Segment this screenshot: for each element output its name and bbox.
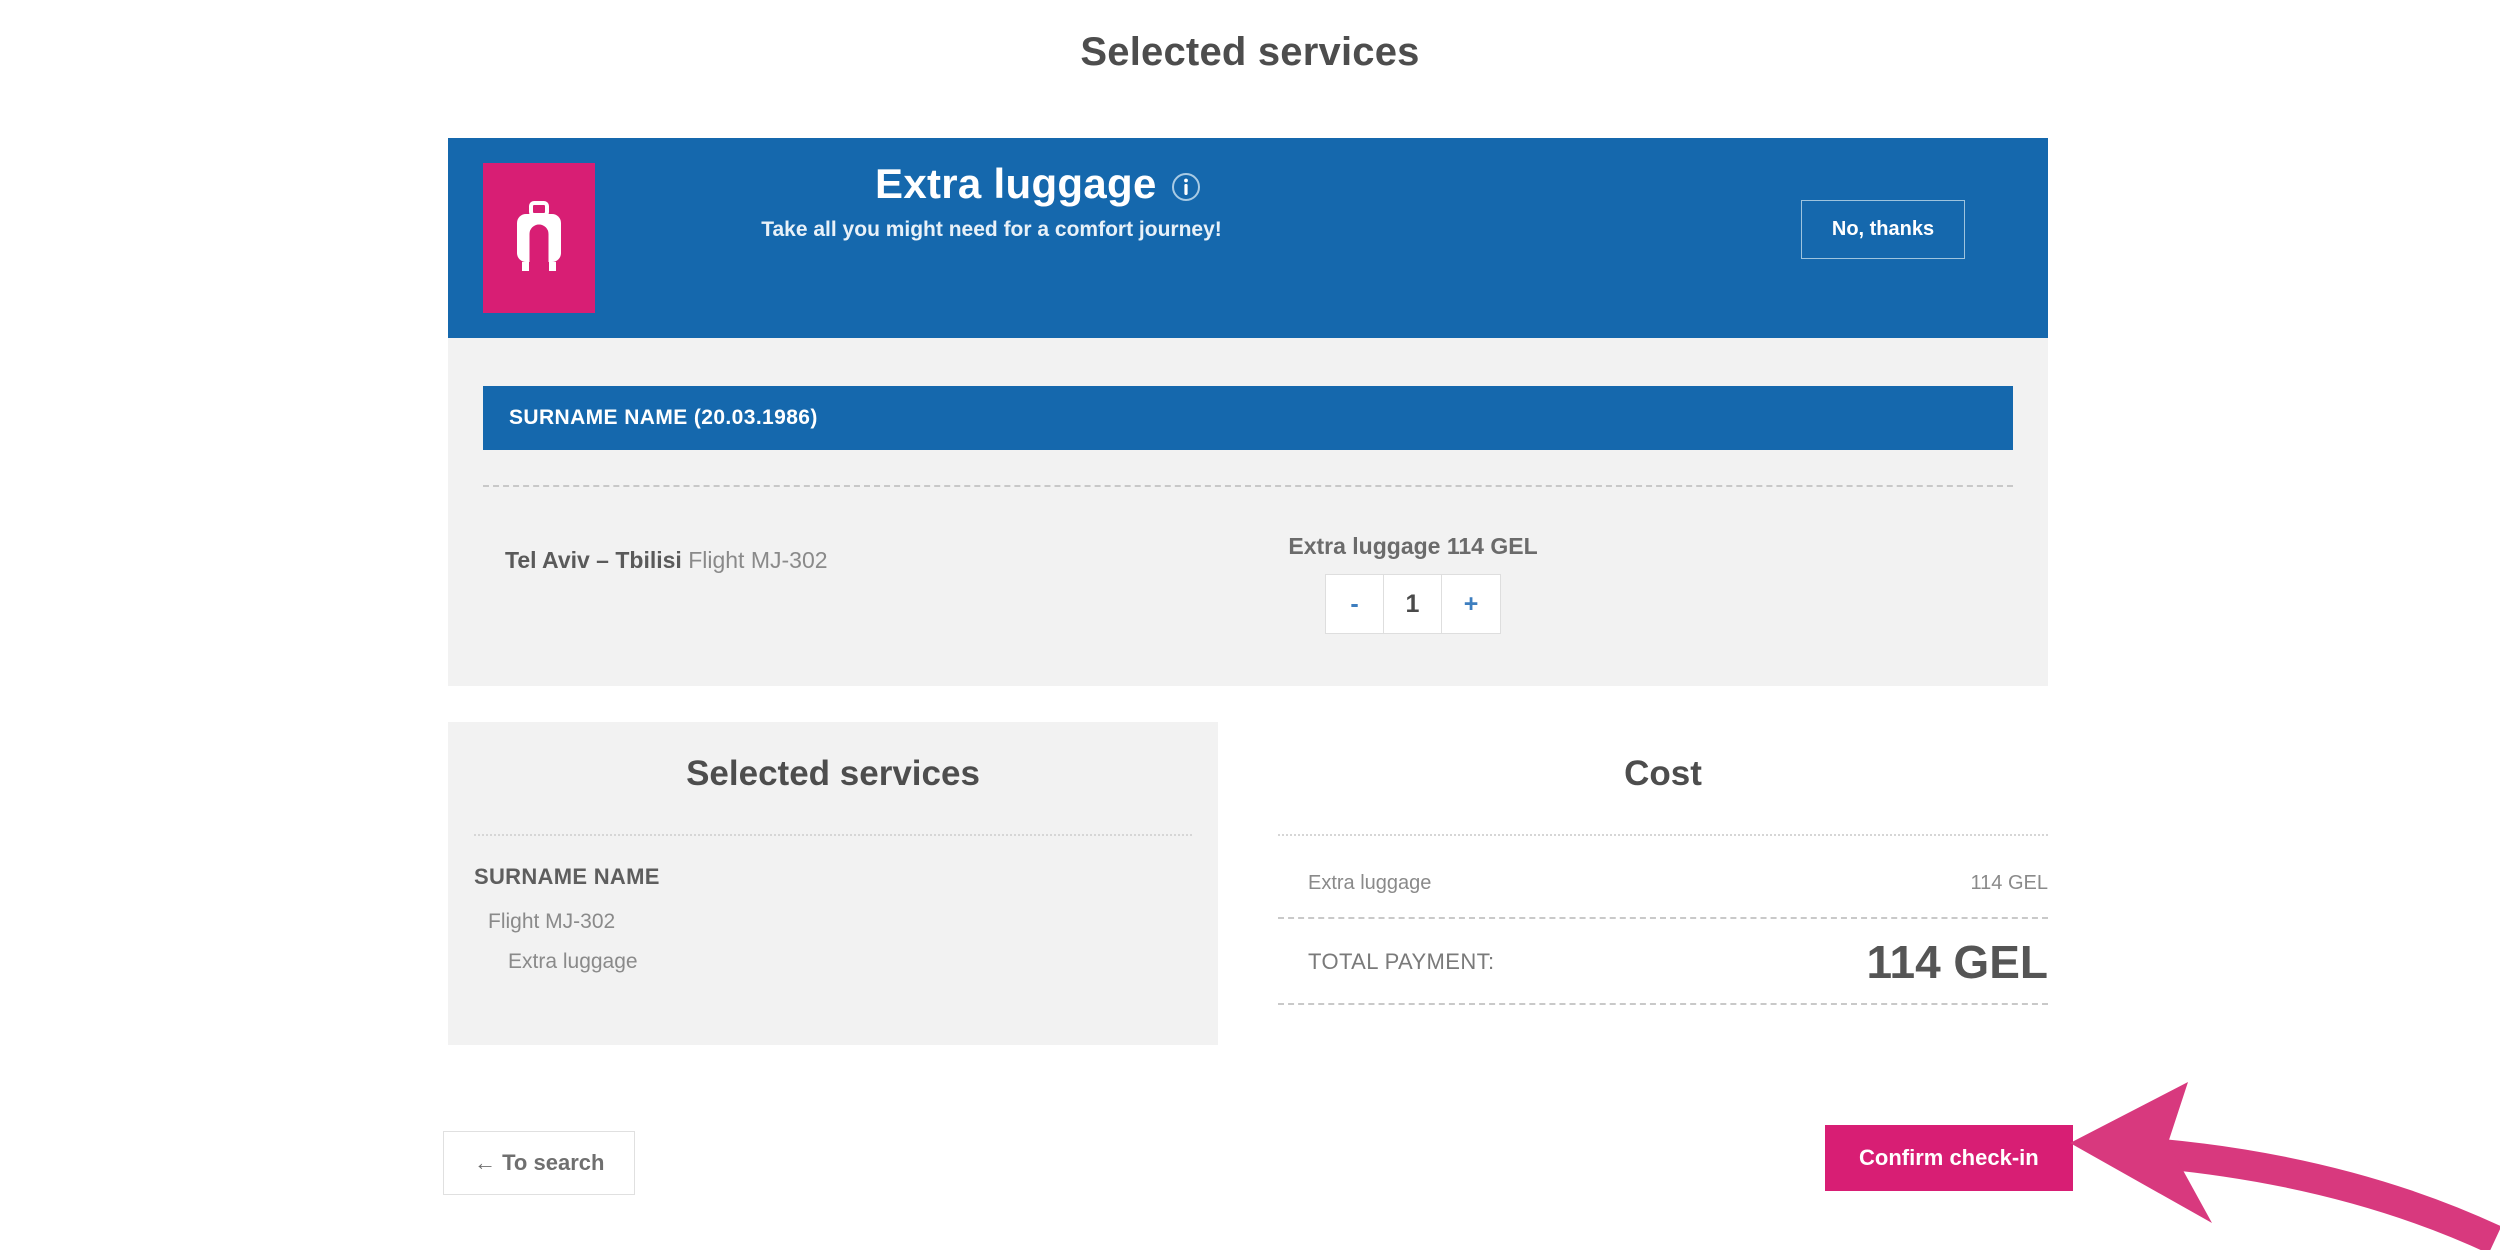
cost-line-item: Extra luggage 114 GEL — [1278, 864, 2048, 917]
suitcase-icon — [483, 163, 595, 313]
quantity-increment-button[interactable]: + — [1442, 575, 1500, 633]
flight-route: Tel Aviv – Tbilisi — [505, 547, 682, 573]
summary-passenger-name: SURNAME NAME — [474, 864, 660, 889]
flight-service-row: Tel Aviv – Tbilisi Flight MJ-302 Extra l… — [483, 485, 2013, 686]
checkout-page: Selected services Extra luggage Take all… — [0, 0, 2500, 1250]
decline-button-wrap: No, thanks — [1718, 138, 2048, 259]
service-quantity-block: Extra luggage 114 GEL - 1 + — [1203, 533, 1623, 634]
curved-left-arrow-annotation — [2060, 1055, 2500, 1250]
flight-label: Tel Aviv – Tbilisi Flight MJ-302 — [483, 533, 1203, 574]
selected-services-body: SURNAME NAME Flight MJ-302 Extra luggage — [448, 864, 1218, 974]
info-circle-icon[interactable] — [1171, 172, 1201, 202]
offer-banner: Extra luggage Take all you might need fo… — [448, 138, 2048, 338]
selected-services-panel: Selected services SURNAME NAME Flight MJ… — [448, 722, 1218, 1045]
service-price-label: Extra luggage 114 GEL — [1288, 533, 1538, 559]
passenger-strip-wrap: SURNAME NAME (20.03.1986) — [448, 338, 2048, 450]
back-arrow-icon: ← — [474, 1150, 496, 1175]
total-payment-amount: 114 GEL — [1866, 936, 2048, 988]
cost-divider-top — [1278, 834, 2048, 836]
selected-services-divider — [474, 834, 1192, 836]
cost-panel: Cost Extra luggage 114 GEL TOTAL PAYMENT… — [1278, 722, 2048, 1045]
summary-flight: Flight MJ-302 — [488, 910, 616, 933]
selected-services-heading: Selected services — [686, 754, 980, 793]
no-thanks-button[interactable]: No, thanks — [1800, 200, 1966, 259]
cost-heading: Cost — [1624, 754, 1702, 793]
passenger-strip: SURNAME NAME (20.03.1986) — [483, 386, 2013, 450]
quantity-decrement-button[interactable]: - — [1326, 575, 1384, 633]
total-payment-row: TOTAL PAYMENT: 114 GEL — [1278, 919, 2048, 1003]
summary-service: Extra luggage — [508, 950, 638, 973]
to-search-label: To search — [502, 1150, 605, 1175]
cost-item-amount: 114 GEL — [1970, 872, 2048, 894]
cost-item-label: Extra luggage — [1308, 872, 1432, 894]
cost-divider-bottom — [1278, 1003, 2048, 1005]
offer-subtitle: Take all you might need for a comfort jo… — [761, 218, 1222, 241]
flight-number: Flight MJ-302 — [688, 547, 828, 573]
offer-text-block: Extra luggage Take all you might need fo… — [595, 138, 1718, 242]
page-title: Selected services — [1080, 30, 1420, 74]
confirm-check-in-button[interactable]: Confirm check-in — [1825, 1125, 2073, 1191]
quantity-stepper: - 1 + — [1325, 574, 1501, 634]
quantity-value: 1 — [1384, 575, 1442, 633]
extra-luggage-offer-card: Extra luggage Take all you might need fo… — [448, 138, 2048, 686]
summary-row: Selected services SURNAME NAME Flight MJ… — [448, 722, 2048, 1045]
offer-title: Extra luggage — [875, 160, 1157, 207]
to-search-button[interactable]: ← To search — [443, 1131, 636, 1195]
total-payment-label: TOTAL PAYMENT: — [1308, 949, 1495, 974]
